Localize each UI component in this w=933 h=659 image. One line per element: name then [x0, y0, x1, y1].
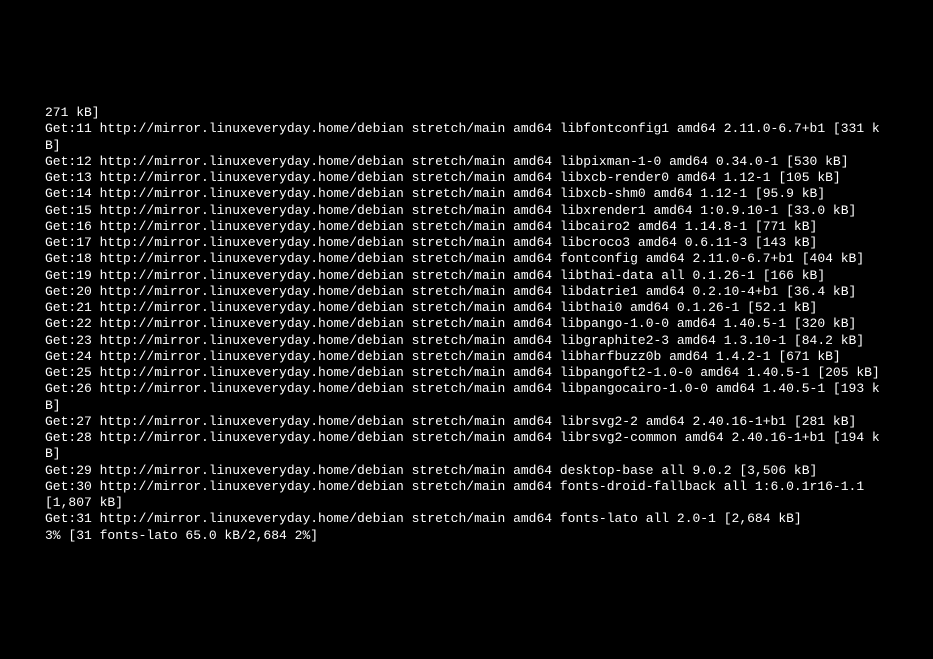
- terminal-line: Get:25 http://mirror.linuxeveryday.home/…: [45, 365, 888, 381]
- terminal-line: Get:28 http://mirror.linuxeveryday.home/…: [45, 430, 888, 463]
- terminal-output: 271 kB]Get:11 http://mirror.linuxeveryda…: [45, 105, 888, 544]
- terminal-line: Get:14 http://mirror.linuxeveryday.home/…: [45, 186, 888, 202]
- terminal-line: Get:31 http://mirror.linuxeveryday.home/…: [45, 511, 888, 527]
- terminal-line: Get:19 http://mirror.linuxeveryday.home/…: [45, 268, 888, 284]
- terminal-line: Get:27 http://mirror.linuxeveryday.home/…: [45, 414, 888, 430]
- terminal-line: Get:17 http://mirror.linuxeveryday.home/…: [45, 235, 888, 251]
- terminal-line: Get:11 http://mirror.linuxeveryday.home/…: [45, 121, 888, 154]
- progress-line: 3% [31 fonts-lato 65.0 kB/2,684 2%]: [45, 528, 888, 544]
- terminal-line: Get:20 http://mirror.linuxeveryday.home/…: [45, 284, 888, 300]
- terminal-line: Get:18 http://mirror.linuxeveryday.home/…: [45, 251, 888, 267]
- terminal-line: Get:30 http://mirror.linuxeveryday.home/…: [45, 479, 888, 512]
- terminal-line: Get:22 http://mirror.linuxeveryday.home/…: [45, 316, 888, 332]
- terminal-line: Get:23 http://mirror.linuxeveryday.home/…: [45, 333, 888, 349]
- terminal-line: Get:29 http://mirror.linuxeveryday.home/…: [45, 463, 888, 479]
- terminal-line: Get:12 http://mirror.linuxeveryday.home/…: [45, 154, 888, 170]
- terminal-line: Get:16 http://mirror.linuxeveryday.home/…: [45, 219, 888, 235]
- terminal-line: 271 kB]: [45, 105, 888, 121]
- terminal-line: Get:24 http://mirror.linuxeveryday.home/…: [45, 349, 888, 365]
- terminal-line: Get:13 http://mirror.linuxeveryday.home/…: [45, 170, 888, 186]
- terminal-line: Get:15 http://mirror.linuxeveryday.home/…: [45, 203, 888, 219]
- terminal-line: Get:26 http://mirror.linuxeveryday.home/…: [45, 381, 888, 414]
- terminal-line: Get:21 http://mirror.linuxeveryday.home/…: [45, 300, 888, 316]
